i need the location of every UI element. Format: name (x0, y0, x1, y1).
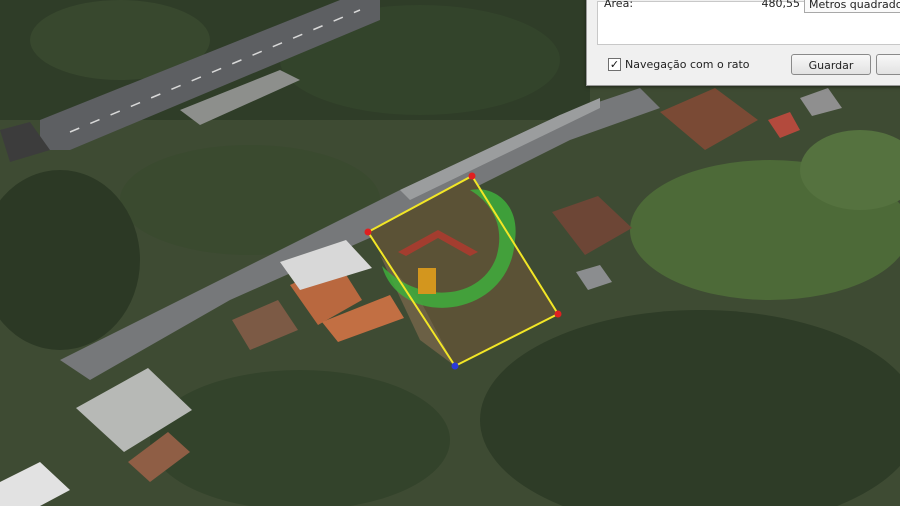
area-label: Área: (604, 0, 634, 10)
active-vertex-marker[interactable] (451, 362, 459, 370)
checkbox-checked-icon[interactable]: ✓ (608, 58, 621, 71)
area-value: 480,55 (761, 0, 801, 10)
secondary-button[interactable] (876, 54, 900, 75)
unit-select[interactable]: Metros quadrados (804, 0, 900, 13)
mouse-navigation-label: Navegação com o rato (625, 58, 750, 71)
watermark-window (418, 268, 436, 294)
save-button[interactable]: Guardar (791, 54, 871, 75)
vertex-marker[interactable] (364, 228, 372, 236)
vertex-marker[interactable] (468, 172, 476, 180)
vertex-marker[interactable] (554, 310, 562, 318)
tree-canopy-6 (150, 370, 450, 506)
